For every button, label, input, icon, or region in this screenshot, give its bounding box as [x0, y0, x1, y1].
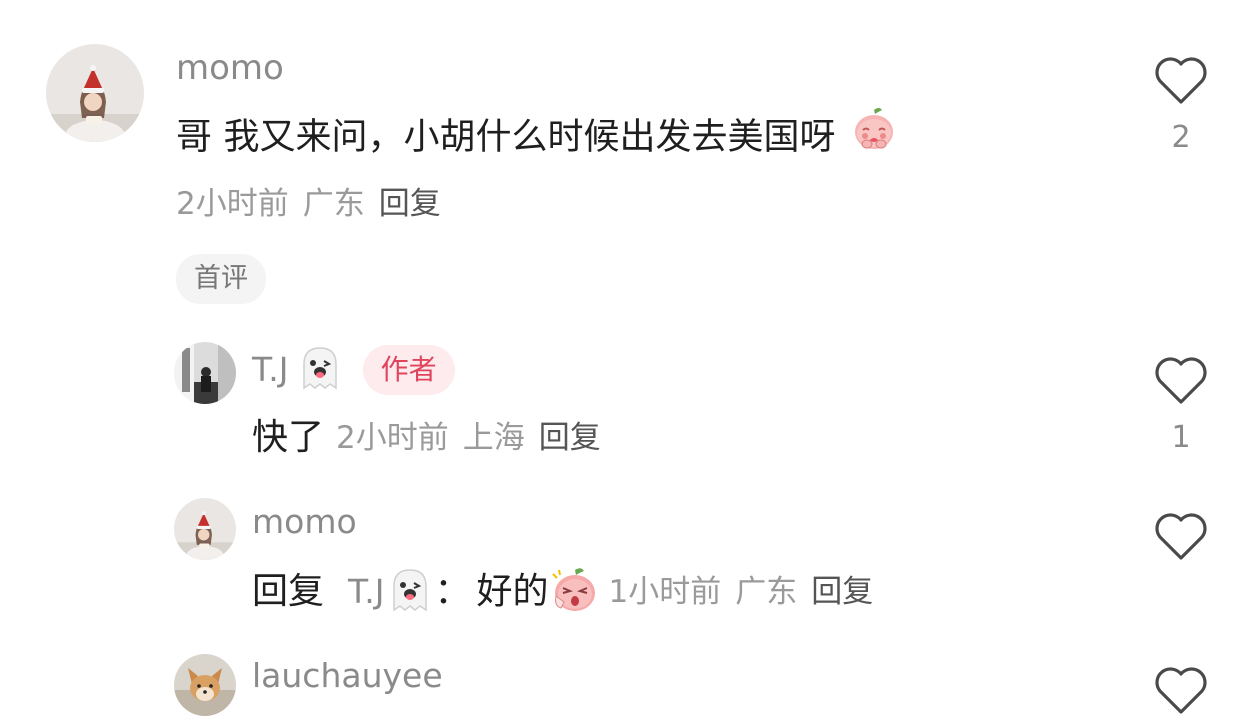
reply-line: 回复 T.J ：好的 1小时前 广东 回复 [252, 566, 887, 620]
reply-username[interactable]: momo [252, 502, 357, 542]
heart-outline-icon[interactable] [1154, 666, 1208, 716]
like-control-comment[interactable]: 2 [1136, 56, 1226, 156]
author-badge: 作者 [362, 345, 455, 395]
reply-time: 2小时前 [336, 420, 449, 456]
reply-username[interactable]: T.J [252, 350, 288, 390]
avatar-momo[interactable] [46, 44, 144, 142]
peach-shock-emoji-icon [551, 566, 599, 618]
comment-meta: 2小时前 广东 回复 [176, 184, 455, 224]
reply-to-username[interactable]: T.J [348, 572, 384, 612]
author-header: T.J 作者 [252, 344, 455, 396]
reply-button[interactable]: 回复 [811, 574, 873, 610]
comment-text: 哥 我又来问，小胡什么时候出发去美国呀 [176, 108, 897, 163]
reply-button[interactable]: 回复 [539, 420, 601, 456]
ghost-emoji-icon [386, 566, 434, 618]
like-control-reply-1[interactable]: 1 [1136, 356, 1226, 456]
like-control-reply-3[interactable] [1136, 666, 1226, 716]
reply-prefix: 回复 [252, 571, 325, 612]
reply-meta: 2小时前 上海 回复 [336, 418, 615, 458]
first-comment-tag: 首评 [176, 254, 266, 304]
heart-outline-icon[interactable] [1154, 356, 1208, 406]
reply-line: 快了 2小时前 上海 回复 [252, 416, 615, 460]
reply-time: 1小时前 [608, 574, 722, 610]
reply-text: 好的 [476, 571, 549, 612]
comment-location: 广东 [302, 186, 365, 222]
reply-colon: ： [434, 571, 471, 612]
peach-shy-emoji-icon [851, 106, 897, 163]
like-count: 2 [1171, 120, 1191, 155]
reply-text: 快了 [252, 417, 325, 458]
reply-location: 上海 [462, 420, 525, 456]
like-count: 1 [1171, 420, 1191, 455]
avatar-lauchauyee[interactable] [174, 654, 236, 716]
reply-location: 广东 [735, 574, 798, 610]
reply-username[interactable]: lauchauyee [252, 656, 443, 696]
ghost-emoji-icon [296, 344, 344, 396]
reply-button[interactable]: 回复 [379, 186, 441, 222]
comment-text-body: 哥 我又来问，小胡什么时候出发去美国呀 [176, 116, 836, 158]
heart-outline-icon[interactable] [1154, 512, 1208, 562]
heart-outline-icon[interactable] [1154, 56, 1208, 106]
like-control-reply-2[interactable] [1136, 512, 1226, 562]
avatar-momo-small[interactable] [174, 498, 236, 560]
comment-time: 2小时前 [176, 186, 289, 222]
avatar-tj[interactable] [174, 342, 236, 404]
reply-meta: 1小时前 广东 回复 [609, 572, 888, 612]
comment-username[interactable]: momo [176, 48, 284, 88]
